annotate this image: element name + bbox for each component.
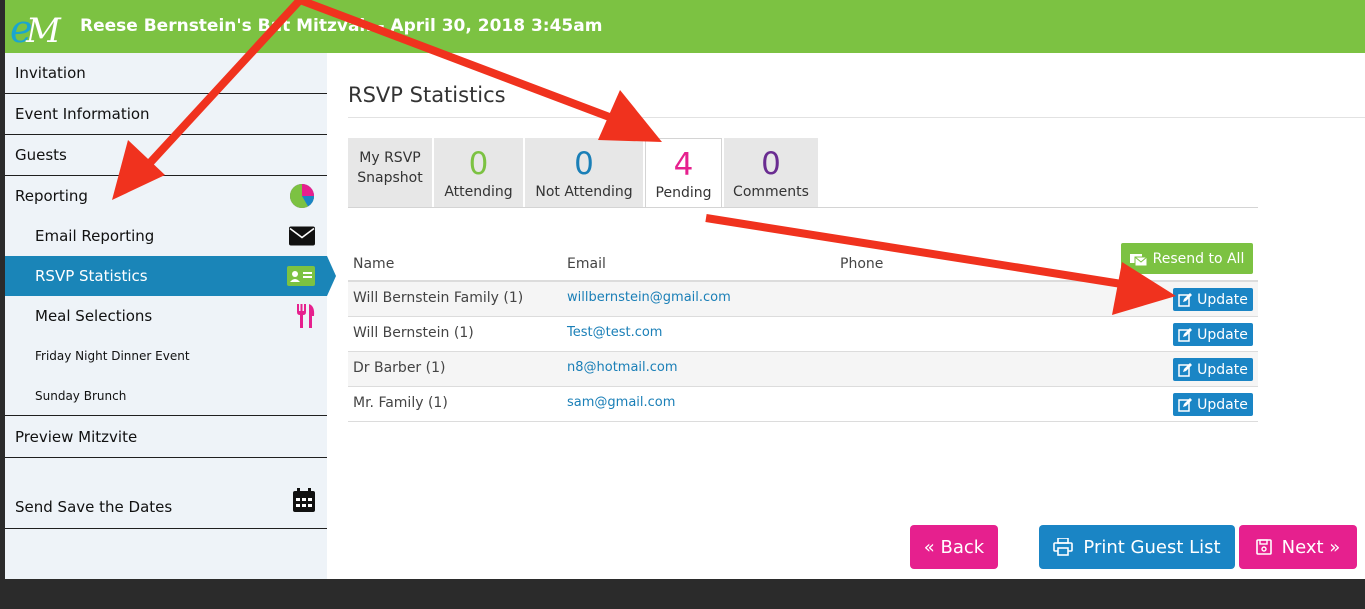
update-button[interactable]: Update <box>1173 393 1253 416</box>
sidebar-item-invitation[interactable]: Invitation <box>5 53 327 94</box>
active-item-pointer <box>327 256 336 296</box>
table-row: Dr Barber (1) n8@hotmail.com Update <box>348 352 1258 387</box>
update-label: Update <box>1197 326 1248 343</box>
pie-chart-icon <box>289 183 315 209</box>
sidebar-item-rsvp-statistics[interactable]: RSVP Statistics <box>5 256 327 296</box>
tab-not-attending[interactable]: 0 Not Attending <box>525 138 643 208</box>
sidebar-item-label: Meal Selections <box>35 307 153 325</box>
sidebar: Invitation Event Information Guests Repo… <box>5 53 327 579</box>
resend-label: Resend to All <box>1152 250 1245 267</box>
svg-text:M: M <box>25 11 62 48</box>
page-title: RSVP Statistics <box>348 83 506 107</box>
guest-email[interactable]: sam@gmail.com <box>567 395 675 410</box>
tab-pending[interactable]: 4 Pending <box>645 138 722 208</box>
tab-label: Not Attending <box>535 184 633 200</box>
update-label: Update <box>1197 291 1248 308</box>
tab-comments[interactable]: 0 Comments <box>724 138 818 208</box>
update-label: Update <box>1197 361 1248 378</box>
tab-count: 0 <box>761 146 781 182</box>
mitzvite-logo[interactable]: e M <box>8 6 64 48</box>
resend-to-all-button[interactable]: Resend to All <box>1121 243 1253 274</box>
guest-name: Mr. Family (1) <box>353 395 448 411</box>
sidebar-item-label: Friday Night Dinner Event <box>35 349 190 363</box>
table-row: Mr. Family (1) sam@gmail.com Update <box>348 387 1258 422</box>
sidebar-item-label: RSVP Statistics <box>35 267 148 285</box>
tab-label: Pending <box>655 185 712 201</box>
envelope-icon <box>289 226 315 246</box>
print-guest-list-button[interactable]: Print Guest List <box>1039 525 1235 569</box>
sidebar-item-label: Send Save the Dates <box>15 498 173 516</box>
tabs-divider <box>348 207 1258 208</box>
sidebar-item-guests[interactable]: Guests <box>5 135 327 176</box>
tab-count: 0 <box>574 146 594 182</box>
tab-label: Comments <box>733 184 809 200</box>
edit-icon <box>1178 327 1193 342</box>
utensils-icon <box>295 304 315 328</box>
tab-label: Attending <box>444 184 513 200</box>
sidebar-item-email-reporting[interactable]: Email Reporting <box>5 216 327 256</box>
sidebar-item-label: Reporting <box>15 187 88 205</box>
calendar-icon <box>293 488 315 512</box>
sidebar-item-label: Guests <box>15 146 67 164</box>
next-label: Next » <box>1281 536 1341 558</box>
edit-icon <box>1178 397 1193 412</box>
tab-my-rsvp-snapshot[interactable]: My RSVP Snapshot <box>348 138 432 208</box>
sidebar-item-preview-mitzvite[interactable]: Preview Mitzvite <box>5 416 327 458</box>
back-label: « Back <box>923 536 985 558</box>
sidebar-item-friday-night-dinner[interactable]: Friday Night Dinner Event <box>5 336 327 376</box>
edit-icon <box>1178 362 1193 377</box>
guest-name: Will Bernstein Family (1) <box>353 290 524 306</box>
update-label: Update <box>1197 396 1248 413</box>
tab-attending[interactable]: 0 Attending <box>434 138 523 208</box>
id-card-icon <box>287 266 315 286</box>
tab-count: 4 <box>673 147 694 183</box>
sidebar-item-label: Invitation <box>15 64 86 82</box>
next-button[interactable]: Next » <box>1239 525 1357 569</box>
guest-email[interactable]: willbernstein@gmail.com <box>567 290 731 305</box>
guest-name: Will Bernstein (1) <box>353 325 474 341</box>
edit-icon <box>1178 292 1193 307</box>
tab-label-line1: My RSVP <box>359 150 421 166</box>
sidebar-item-send-save-the-dates[interactable]: Send Save the Dates <box>5 458 327 529</box>
sidebar-item-sunday-brunch[interactable]: Sunday Brunch <box>5 376 327 416</box>
title-divider <box>348 117 1365 118</box>
sidebar-item-label: Email Reporting <box>35 227 155 245</box>
printer-icon <box>1053 538 1074 556</box>
column-header-email: Email <box>567 256 606 272</box>
sidebar-item-reporting[interactable]: Reporting <box>5 176 327 216</box>
sidebar-item-event-information[interactable]: Event Information <box>5 94 327 135</box>
header-bar: e M Reese Bernstein's Bat Mitzvah - Apri… <box>5 0 1365 53</box>
guest-name: Dr Barber (1) <box>353 360 446 376</box>
sidebar-item-meal-selections[interactable]: Meal Selections <box>5 296 327 336</box>
tab-count: 0 <box>468 146 489 182</box>
update-button[interactable]: Update <box>1173 288 1253 311</box>
app-window: e M Reese Bernstein's Bat Mitzvah - Apri… <box>5 0 1365 579</box>
table-row: Will Bernstein Family (1) willbernstein@… <box>348 282 1258 317</box>
print-label: Print Guest List <box>1083 536 1221 558</box>
update-button[interactable]: Update <box>1173 358 1253 381</box>
sidebar-item-label: Event Information <box>15 105 150 123</box>
guest-email[interactable]: Test@test.com <box>567 325 662 340</box>
event-title: Reese Bernstein's Bat Mitzvah - April 30… <box>80 16 603 36</box>
guest-email[interactable]: n8@hotmail.com <box>567 360 678 375</box>
save-icon <box>1255 539 1272 555</box>
tab-label-line2: Snapshot <box>357 170 423 186</box>
send-icon <box>1129 253 1148 266</box>
column-header-name: Name <box>353 256 395 272</box>
table-row: Will Bernstein (1) Test@test.com Update <box>348 317 1258 352</box>
column-header-phone: Phone <box>840 256 884 272</box>
sidebar-item-label: Preview Mitzvite <box>15 427 138 446</box>
back-button[interactable]: « Back <box>910 525 998 569</box>
sidebar-item-label: Sunday Brunch <box>35 388 127 403</box>
update-button[interactable]: Update <box>1173 323 1253 346</box>
